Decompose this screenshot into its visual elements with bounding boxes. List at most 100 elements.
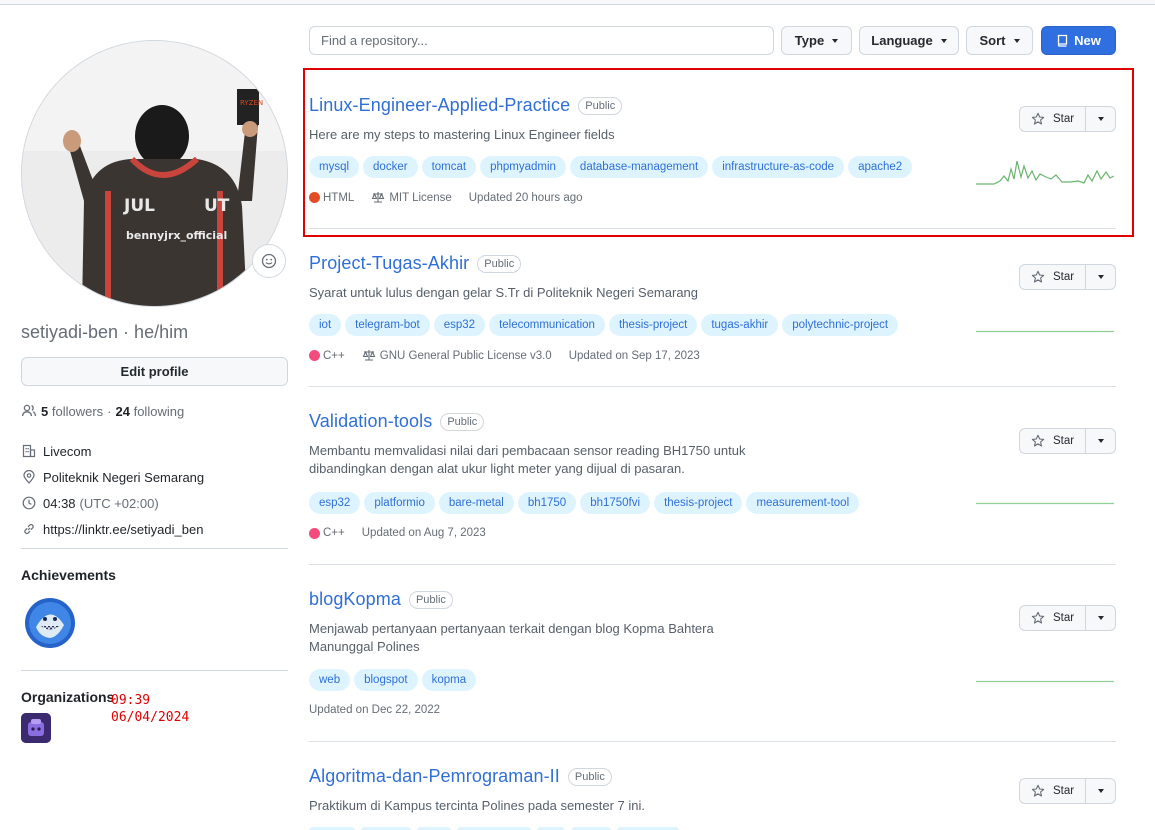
repo-filter-bar: Type Language Sort New — [309, 26, 1116, 56]
divider — [309, 564, 1116, 565]
star-button[interactable]: Star — [1020, 779, 1086, 803]
visibility-badge: Public — [408, 590, 453, 609]
achievements-heading: Achievements — [21, 567, 116, 583]
language-color-dot — [309, 350, 320, 361]
clock-icon — [21, 495, 37, 511]
edit-profile-button[interactable]: Edit profile — [21, 357, 288, 386]
svg-text:bennyjrx_official: bennyjrx_official — [126, 229, 227, 242]
topic-tag[interactable]: kopma — [421, 669, 477, 691]
divider — [309, 741, 1116, 742]
language-filter-button[interactable]: Language — [859, 26, 959, 55]
detail-company: Livecom — [21, 438, 204, 464]
star-button[interactable]: Star — [1020, 429, 1086, 453]
repo-name-link[interactable]: Project-Tugas-Akhir — [309, 253, 469, 274]
repo-description: Praktikum di Kampus tercinta Polines pad… — [309, 798, 645, 813]
topic-list: esp32 platformio bare-metal bh1750 bh175… — [309, 492, 860, 514]
topic-tag[interactable]: bh1750 — [517, 492, 577, 514]
star-icon — [1031, 784, 1045, 797]
sort-filter-button[interactable]: Sort — [966, 26, 1033, 55]
star-button[interactable]: Star — [1020, 606, 1086, 630]
star-list-dropdown[interactable] — [1086, 779, 1115, 803]
topic-tag[interactable]: thesis-project — [608, 314, 698, 336]
avatar-photo: JUL UT bennyjrx_official RYZEN — [22, 41, 287, 306]
topic-tag[interactable]: blogspot — [354, 669, 418, 691]
star-list-dropdown[interactable] — [1086, 429, 1115, 453]
topic-tag[interactable]: polytechnic-project — [782, 314, 899, 336]
activity-sparkline — [976, 502, 1114, 505]
followers-link[interactable]: 5 followers — [41, 404, 103, 419]
repo-description: Menjawab pertanyaan pertanyaan terkait d… — [309, 621, 714, 654]
repo-search-input[interactable] — [309, 26, 774, 55]
repo-meta: C++ GNU General Public License v3.0 Upda… — [309, 349, 717, 362]
star-icon — [1031, 270, 1045, 283]
following-link[interactable]: 24 following — [116, 404, 185, 419]
chevron-down-icon — [940, 38, 947, 43]
svg-text:JUL: JUL — [123, 196, 155, 216]
star-button-group: Star — [1019, 428, 1116, 454]
link-icon — [21, 521, 37, 537]
chevron-down-icon — [1097, 789, 1104, 793]
repo-language: C++ — [309, 350, 345, 362]
achievement-badge[interactable] — [24, 597, 76, 649]
topic-tag[interactable]: platformio — [364, 492, 435, 514]
organization-avatar[interactable] — [21, 713, 51, 743]
star-icon — [1031, 434, 1045, 447]
activity-sparkline — [976, 680, 1114, 683]
svg-text:RYZEN: RYZEN — [240, 99, 263, 107]
type-filter-button[interactable]: Type — [781, 26, 852, 55]
topic-tag[interactable]: telegram-bot — [345, 314, 430, 336]
top-border — [0, 0, 1155, 5]
highlight-box — [303, 68, 1134, 237]
avatar[interactable]: JUL UT bennyjrx_official RYZEN — [21, 40, 288, 307]
screenshot-timestamp-overlay: 09:39 06/04/2024 — [111, 693, 190, 725]
star-list-dropdown[interactable] — [1086, 606, 1115, 630]
svg-text:UT: UT — [204, 196, 230, 216]
star-button[interactable]: Star — [1020, 265, 1086, 289]
detail-website-link[interactable]: https://linktr.ee/setiyadi_ben — [21, 516, 204, 542]
chevron-down-icon — [1097, 439, 1104, 443]
location-icon — [21, 469, 37, 485]
star-button-group: Star — [1019, 605, 1116, 631]
topic-tag[interactable]: bh1750fvi — [580, 492, 651, 514]
language-color-dot — [309, 527, 320, 539]
law-icon — [362, 350, 376, 361]
repo-name-link[interactable]: Validation-tools — [309, 411, 432, 432]
repo-name-link[interactable]: blogKopma — [309, 589, 401, 610]
divider — [21, 548, 288, 549]
topic-tag[interactable]: esp32 — [309, 492, 361, 514]
topic-tag[interactable]: iot — [309, 314, 342, 336]
topic-list: web blogspot kopma — [309, 669, 477, 691]
repo-list-item: blogKopma Public Menjawab pertanyaan per… — [309, 589, 1116, 719]
profile-username: setiyadi-ben · he/him — [21, 322, 189, 342]
smiley-icon — [261, 253, 277, 269]
topic-list: iot telegram-bot esp32 telecommunication… — [309, 314, 899, 336]
profile-details: Livecom Politeknik Negeri Semarang 04:38… — [21, 438, 204, 542]
visibility-badge: Public — [440, 412, 485, 431]
topic-tag[interactable]: telecommunication — [489, 314, 605, 336]
repo-description: Syarat untuk lulus dengan gelar S.Tr di … — [309, 285, 699, 300]
topic-tag[interactable]: esp32 — [433, 314, 486, 336]
set-status-button[interactable] — [252, 244, 286, 278]
repo-meta: C++ Updated on Aug 7, 2023 — [309, 527, 503, 539]
repo-list-item: Project-Tugas-Akhir Public Syarat untuk … — [309, 253, 1116, 373]
topic-tag[interactable]: tugas-akhir — [701, 314, 779, 336]
detail-location: Politeknik Negeri Semarang — [21, 464, 204, 490]
repo-updated: Updated on Sep 17, 2023 — [568, 349, 700, 362]
topic-tag[interactable]: measurement-tool — [746, 492, 860, 514]
chevron-down-icon — [1013, 38, 1020, 43]
people-icon — [21, 404, 37, 417]
detail-local-time: 04:38 (UTC +02:00) — [21, 490, 204, 516]
topic-tag[interactable]: bare-metal — [438, 492, 514, 514]
chevron-down-icon — [832, 38, 839, 43]
visibility-badge: Public — [477, 254, 522, 273]
star-icon — [1031, 611, 1045, 624]
repo-language: C++ — [309, 527, 345, 539]
visibility-badge: Public — [567, 767, 612, 786]
topic-tag[interactable]: web — [309, 669, 351, 691]
repo-name-link[interactable]: Algoritma-dan-Pemrograman-II — [309, 766, 560, 787]
divider — [21, 670, 288, 671]
star-list-dropdown[interactable] — [1086, 265, 1115, 289]
topic-tag[interactable]: thesis-project — [654, 492, 743, 514]
organization-icon — [21, 443, 37, 459]
new-repo-button[interactable]: New — [1041, 26, 1116, 55]
